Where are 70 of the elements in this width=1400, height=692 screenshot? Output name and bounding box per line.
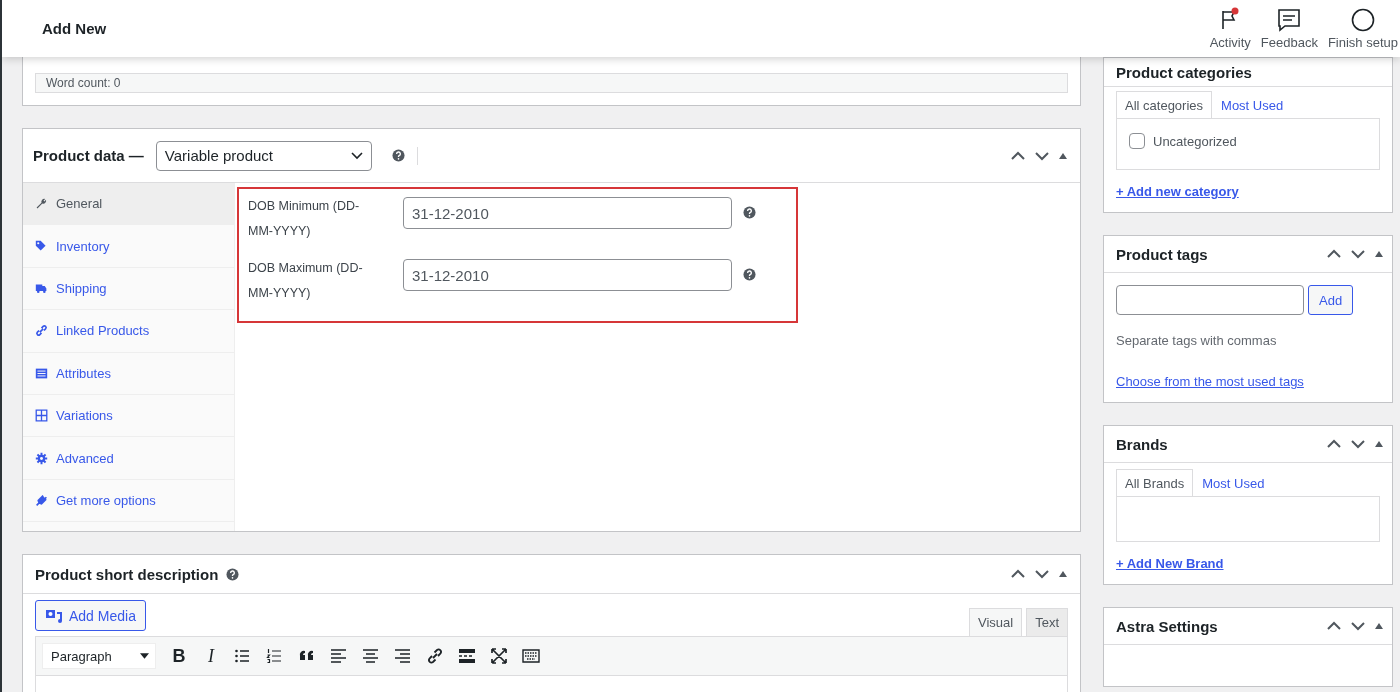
product-data-tab[interactable]: General: [23, 183, 234, 226]
add-media-button[interactable]: Add Media: [35, 600, 146, 631]
tags-hint: Separate tags with commas: [1116, 333, 1278, 348]
format-select[interactable]: Paragraph: [42, 643, 156, 669]
caret-icon: [140, 653, 149, 659]
toolbar-action[interactable]: Activity: [1209, 7, 1251, 50]
brand-tab[interactable]: Most Used: [1193, 469, 1274, 497]
tag-icon: [35, 239, 48, 253]
panel-title: Product short description: [35, 565, 219, 583]
collapse-icon[interactable]: [1374, 249, 1384, 259]
bullets-icon[interactable]: [234, 647, 252, 665]
date-input[interactable]: 31-12-2010: [403, 197, 732, 229]
date-input[interactable]: 31-12-2010: [403, 259, 732, 291]
product-data-tab[interactable]: Variations: [23, 394, 234, 438]
category-label: Uncategorized: [1153, 133, 1237, 149]
product-data-tab[interactable]: Linked Products: [23, 310, 234, 353]
panel-title: Astra Settings: [1116, 617, 1218, 635]
tag-input[interactable]: [1116, 285, 1304, 315]
chevron-down-icon: [350, 151, 363, 160]
panel-title: Product categories: [1116, 63, 1252, 81]
collapse-icon[interactable]: [1374, 439, 1384, 449]
keyboard-icon[interactable]: [522, 647, 540, 665]
align-center-icon[interactable]: [362, 647, 380, 665]
page-title: Add New: [42, 20, 107, 37]
help-icon[interactable]: [743, 206, 756, 219]
list-icon: [35, 366, 48, 380]
product-type-select[interactable]: Variable product: [155, 140, 372, 171]
product-data-tab[interactable]: Advanced: [23, 437, 234, 480]
help-icon[interactable]: [226, 567, 240, 581]
toolbar-action[interactable]: Feedback: [1260, 7, 1318, 50]
help-icon[interactable]: [743, 268, 756, 281]
add-tag-button[interactable]: Add: [1308, 285, 1354, 315]
category-tab[interactable]: All categories: [1116, 91, 1213, 119]
brand-tab[interactable]: All Brands: [1116, 469, 1194, 497]
italic-button[interactable]: I: [202, 645, 220, 667]
link-icon: [35, 324, 48, 338]
editor-mode-tab[interactable]: Visual: [968, 608, 1023, 636]
word-count: Word count: 0: [35, 73, 1068, 93]
most-used-tags-link[interactable]: Choose from the most used tags: [1116, 374, 1304, 389]
fullscreen-icon[interactable]: [490, 647, 508, 665]
wrench-icon: [35, 197, 48, 211]
collapse-icon[interactable]: [1058, 569, 1068, 579]
editor-mode-tab[interactable]: Text: [1026, 608, 1068, 636]
panel-title: Brands: [1116, 435, 1168, 453]
category-tab[interactable]: Most Used: [1212, 91, 1293, 119]
panel-title: Product data —: [33, 147, 144, 164]
align-right-icon[interactable]: [394, 647, 412, 665]
collapse-icon[interactable]: [1374, 621, 1384, 631]
plugin-icon: [35, 493, 48, 507]
align-left-icon[interactable]: [330, 647, 348, 665]
more-icon[interactable]: [458, 647, 476, 665]
numbers-icon[interactable]: [266, 647, 284, 665]
panel-title: Product tags: [1116, 245, 1208, 263]
product-data-tab[interactable]: Get more options: [23, 479, 234, 523]
field-label: DOB Maximum (DD-MM-YYYY): [248, 260, 364, 302]
product-data-tab[interactable]: Attributes: [23, 352, 234, 395]
bold-button[interactable]: B: [170, 645, 188, 667]
toolbar-action[interactable]: Finish setup: [1327, 7, 1398, 50]
truck-icon: [35, 281, 48, 295]
grid-icon: [35, 409, 48, 423]
help-icon[interactable]: [391, 149, 405, 162]
product-data-tab[interactable]: Shipping: [23, 267, 234, 311]
checkbox[interactable]: [1129, 133, 1145, 149]
field-label: DOB Minimum (DD-MM-YYYY): [248, 198, 361, 240]
link-icon[interactable]: [426, 647, 444, 665]
add-category-link[interactable]: + Add new category: [1116, 184, 1239, 199]
media-icon: [45, 607, 63, 624]
product-data-tab[interactable]: Inventory: [23, 225, 234, 268]
gear-icon: [35, 451, 48, 465]
add-brand-link[interactable]: + Add New Brand: [1116, 556, 1224, 571]
